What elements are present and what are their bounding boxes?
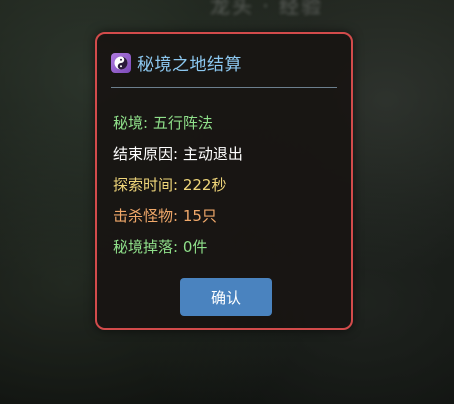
realm-name-line: 秘境: 五行阵法 [113, 114, 213, 132]
settlement-dialog: 秘境之地结算 秘境: 五行阵法 结束原因: 主动退出 探索时间: 222秒 击杀… [95, 32, 353, 330]
yin-yang-icon [111, 52, 131, 73]
background-title: 龙头 · 经验 [210, 0, 324, 18]
dialog-title: 秘境之地结算 [137, 55, 242, 75]
drop-count-line: 秘境掉落: 0件 [113, 238, 208, 256]
title-divider [111, 87, 337, 88]
explore-time-line: 探索时间: 222秒 [113, 176, 227, 194]
dialog-header: 秘境之地结算 [111, 50, 242, 75]
kill-count-line: 击杀怪物: 15只 [113, 207, 217, 225]
end-reason-line: 结束原因: 主动退出 [113, 145, 243, 163]
confirm-button[interactable]: 确认 [180, 278, 272, 316]
